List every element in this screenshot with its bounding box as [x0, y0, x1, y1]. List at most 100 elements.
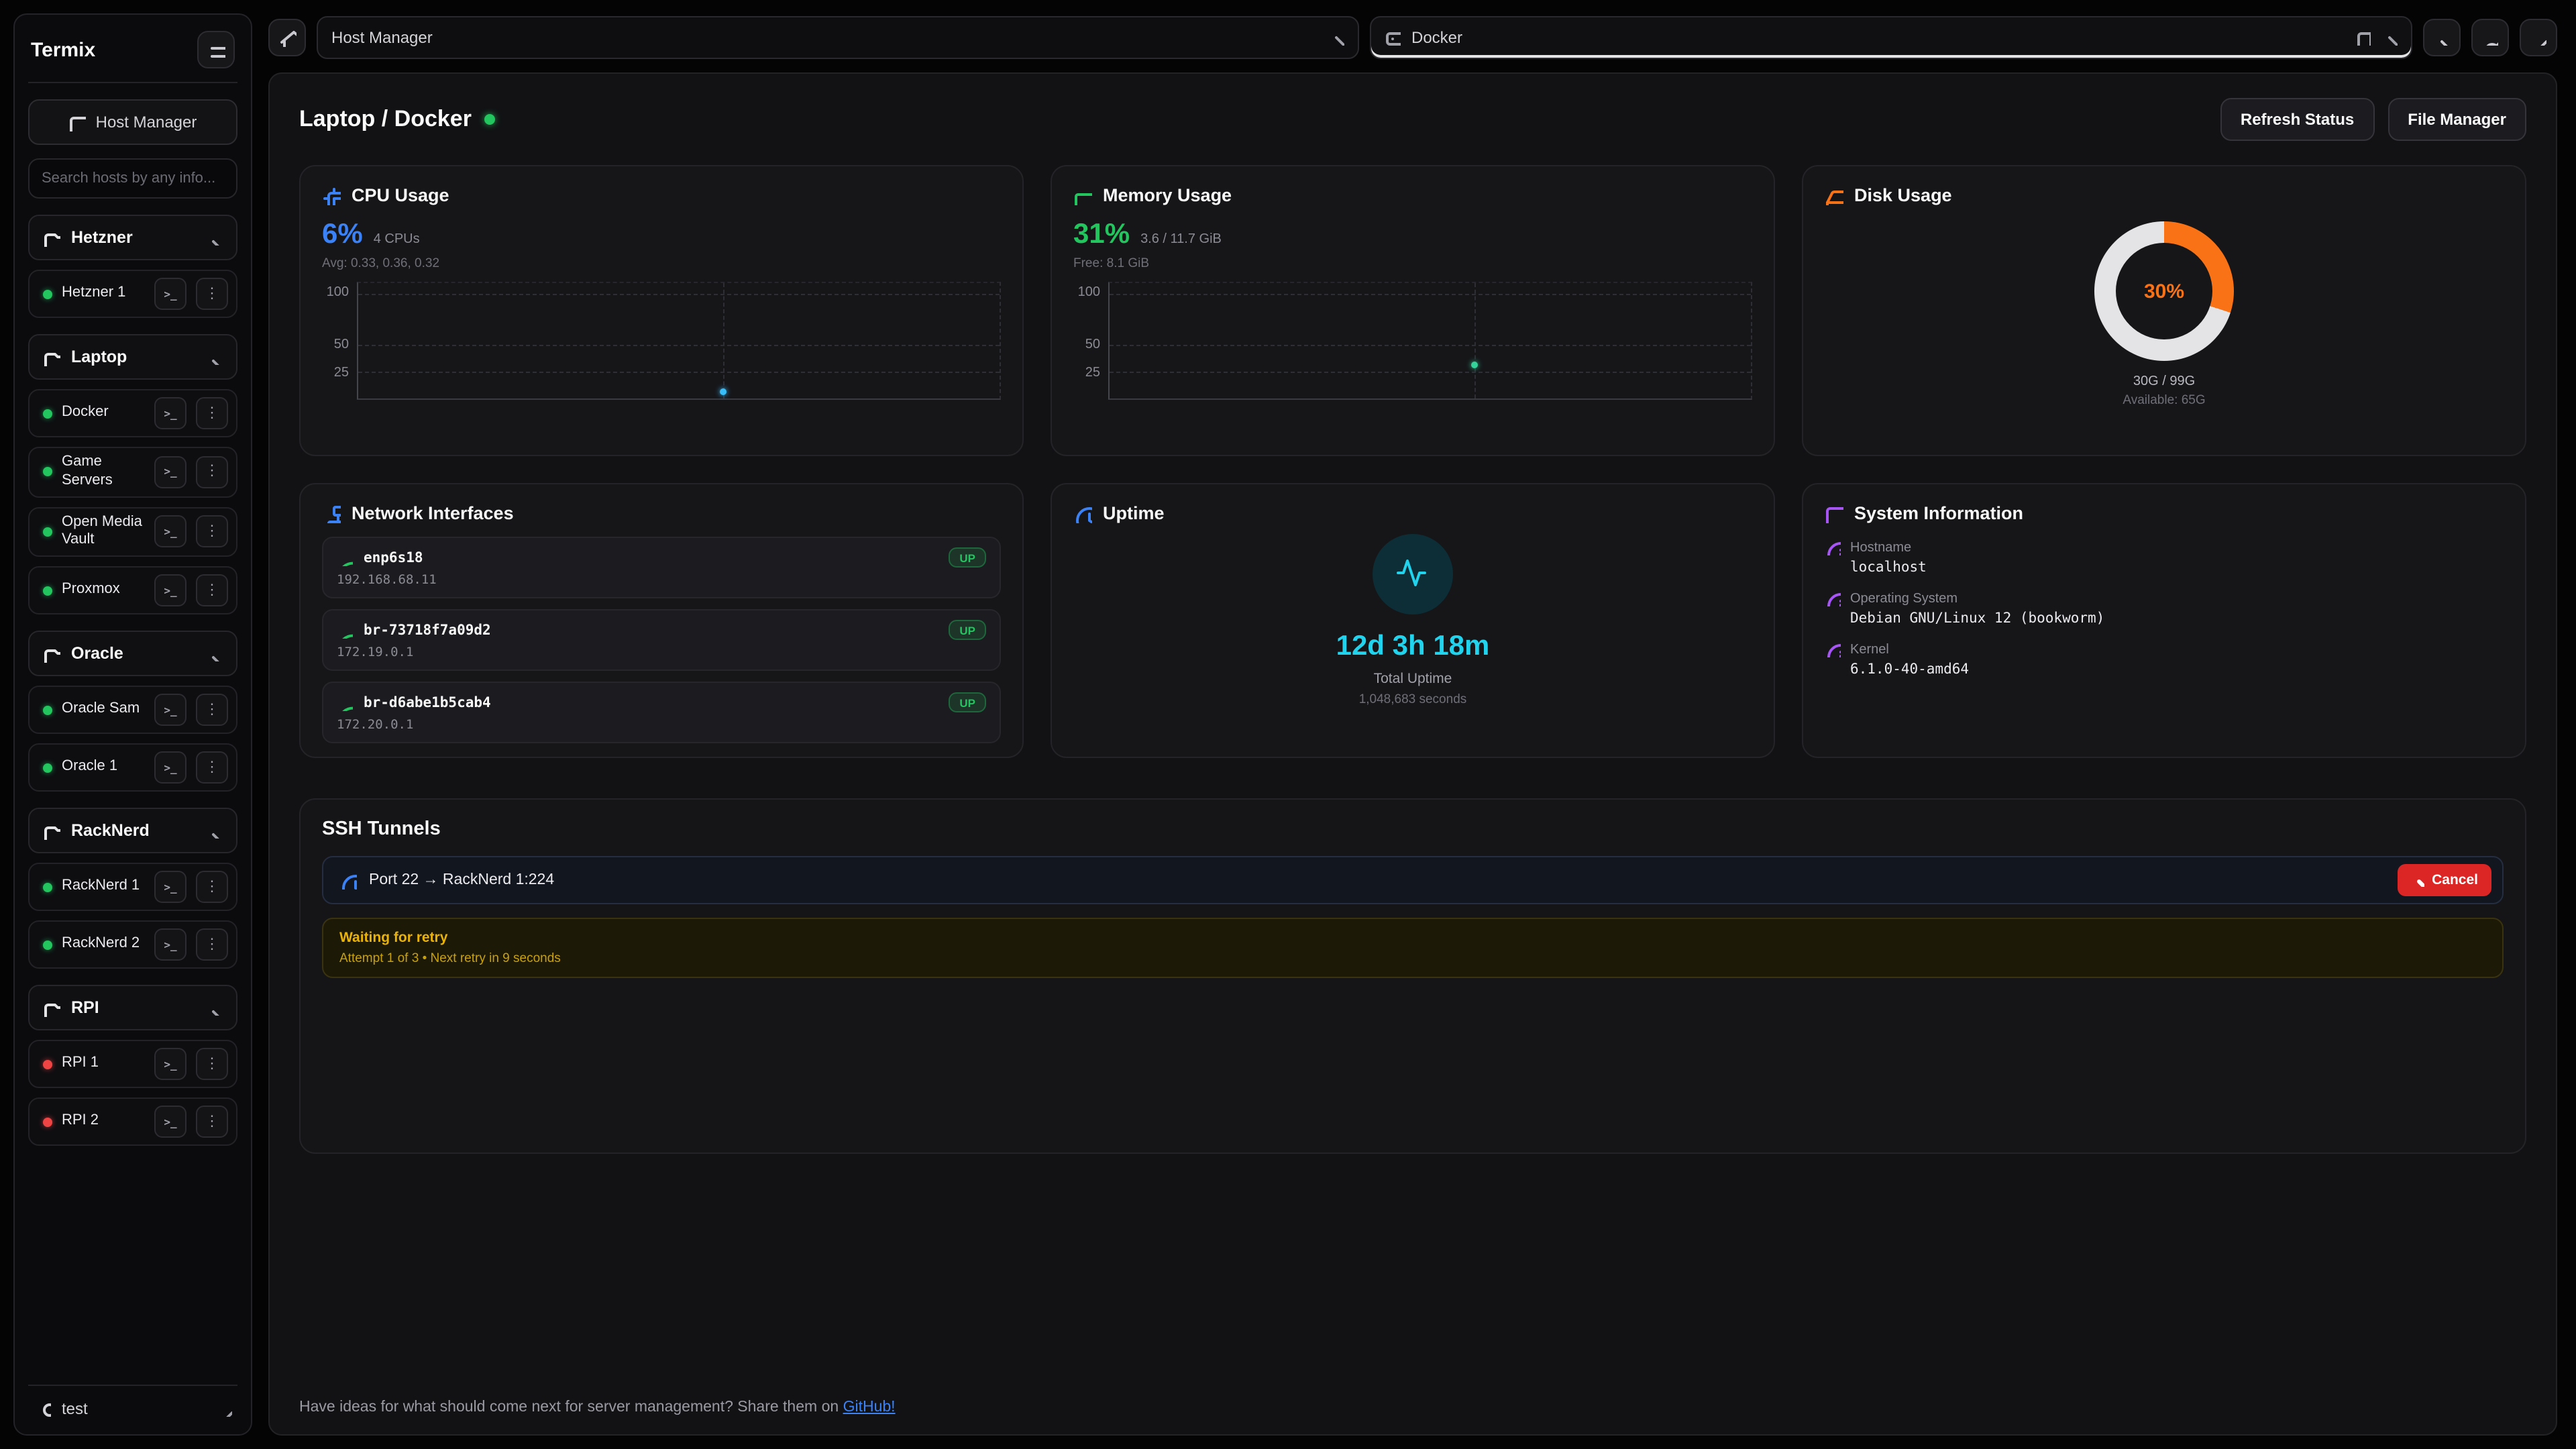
uptime-card: Uptime 12d 3h 18m Total Uptime 1,048,683…: [1051, 483, 1775, 758]
host-menu-button[interactable]: ⋮: [196, 516, 228, 548]
host-menu-button[interactable]: ⋮: [196, 1106, 228, 1138]
status-badge: UP: [949, 692, 986, 712]
folder-collapse-button[interactable]: [199, 342, 228, 372]
host-menu-button[interactable]: ⋮: [196, 574, 228, 606]
close-tab-button[interactable]: [2381, 30, 2398, 46]
interface-ip: 172.19.0.1: [337, 645, 986, 660]
uptime-value: 12d 3h 18m: [1336, 631, 1490, 663]
host-menu-button[interactable]: ⋮: [196, 871, 228, 903]
terminal-button[interactable]: >_: [154, 871, 186, 903]
cpu-data-point: [720, 388, 727, 395]
tab-docker[interactable]: Docker: [1370, 16, 2412, 59]
terminal-button[interactable]: >_: [154, 397, 186, 429]
network-icon: [322, 504, 341, 523]
ssh-tunnels-section: SSH Tunnels Port 22 → RackNerd 1:224 Can…: [299, 798, 2526, 1154]
user-row[interactable]: test: [28, 1385, 237, 1418]
tab-label: Docker: [1411, 28, 2344, 47]
network-interfaces-card: Network Interfaces enp6s18 UP 192.168.68…: [299, 483, 1024, 758]
host-row-game-servers[interactable]: Game Servers >_ ⋮: [28, 447, 237, 497]
kebab-icon: ⋮: [205, 760, 219, 775]
card-title: Memory Usage: [1103, 185, 1232, 205]
host-row-rpi-1[interactable]: RPI 1 >_ ⋮: [28, 1040, 237, 1088]
stats-row-2: Network Interfaces enp6s18 UP 192.168.68…: [299, 483, 2526, 758]
terminal-button[interactable]: >_: [154, 1048, 186, 1080]
file-manager-button[interactable]: File Manager: [2387, 98, 2526, 141]
folder-header-oracle[interactable]: Oracle: [28, 631, 237, 676]
host-menu-button[interactable]: ⋮: [196, 1048, 228, 1080]
info-value: Debian GNU/Linux 12 (bookworm): [1850, 610, 2504, 627]
host-row-racknerd-1[interactable]: RackNerd 1 >_ ⋮: [28, 863, 237, 911]
host-row-hetzner-1[interactable]: Hetzner 1 >_ ⋮: [28, 270, 237, 318]
credentials-button[interactable]: [2471, 19, 2509, 56]
terminal-button[interactable]: >_: [154, 751, 186, 784]
status-dot: [43, 586, 52, 595]
folder-icon: [43, 999, 60, 1016]
close-tab-button[interactable]: [1328, 30, 1344, 46]
host-menu-button[interactable]: ⋮: [196, 397, 228, 429]
folder-header-racknerd[interactable]: RackNerd: [28, 808, 237, 853]
terminal-button[interactable]: >_: [154, 928, 186, 961]
folder-header-hetzner[interactable]: Hetzner: [28, 215, 237, 260]
split-view-button[interactable]: [2355, 30, 2371, 46]
chevron-down-icon: [2434, 30, 2450, 46]
key-icon: [2482, 30, 2498, 46]
terminal-button[interactable]: >_: [154, 1106, 186, 1138]
host-name: RackNerd 1: [62, 877, 145, 896]
host-menu-button[interactable]: ⋮: [196, 456, 228, 488]
folder-collapse-button[interactable]: [199, 223, 228, 252]
terminal-icon: >_: [164, 938, 176, 951]
host-menu-button[interactable]: ⋮: [196, 694, 228, 726]
host-online-dot: [485, 114, 496, 125]
terminal-button[interactable]: >_: [154, 694, 186, 726]
terminal-button[interactable]: >_: [154, 516, 186, 548]
interface-list: enp6s18 UP 192.168.68.11 br-73718f7a09d2…: [322, 537, 1001, 743]
refresh-status-button[interactable]: Refresh Status: [2220, 98, 2374, 141]
terminal-button[interactable]: >_: [154, 456, 186, 488]
warning-title: Waiting for retry: [339, 930, 2486, 946]
terminal-icon: >_: [164, 1058, 176, 1070]
chevron-down-icon: [205, 1000, 221, 1016]
close-icon: [2381, 30, 2398, 46]
sidebar-menu-button[interactable]: [197, 31, 235, 68]
folder-icon: [43, 229, 60, 246]
host-row-proxmox[interactable]: Proxmox >_ ⋮: [28, 566, 237, 614]
host-row-open-media-vault[interactable]: Open Media Vault >_ ⋮: [28, 506, 237, 557]
chevron-up-icon[interactable]: [216, 1401, 232, 1417]
host-row-rpi-2[interactable]: RPI 2 >_ ⋮: [28, 1097, 237, 1146]
folder-collapse-button[interactable]: [199, 816, 228, 845]
host-name: Oracle Sam: [62, 700, 145, 719]
host-name: Docker: [62, 404, 145, 423]
disk-donut-chart: 30% 30G / 99G Available: 65G: [1825, 221, 2504, 408]
folder-collapse-button[interactable]: [199, 639, 228, 668]
github-link[interactable]: GitHub!: [843, 1399, 896, 1415]
status-dot: [43, 1059, 52, 1069]
host-menu-button[interactable]: ⋮: [196, 928, 228, 961]
status-badge: UP: [949, 620, 986, 640]
tab-host-manager[interactable]: Host Manager: [317, 16, 1359, 59]
terminal-icon: >_: [164, 584, 176, 596]
host-menu-button[interactable]: ⋮: [196, 278, 228, 310]
status-dot: [43, 763, 52, 772]
host-row-oracle-sam[interactable]: Oracle Sam >_ ⋮: [28, 686, 237, 734]
terminal-button[interactable]: >_: [154, 278, 186, 310]
host-row-oracle-1[interactable]: Oracle 1 >_ ⋮: [28, 743, 237, 792]
collapse-panel-button[interactable]: [2423, 19, 2461, 56]
folder-header-laptop[interactable]: Laptop: [28, 334, 237, 380]
home-button[interactable]: [268, 19, 306, 56]
tab-bar: Host Manager Docker: [268, 13, 2557, 62]
terminal-button[interactable]: >_: [154, 574, 186, 606]
host-manager-button[interactable]: Host Manager: [28, 99, 237, 145]
host-row-racknerd-2[interactable]: RackNerd 2 >_ ⋮: [28, 920, 237, 969]
cancel-tunnel-button[interactable]: Cancel: [2397, 864, 2491, 896]
kebab-icon: ⋮: [205, 406, 219, 421]
host-row-docker[interactable]: Docker >_ ⋮: [28, 389, 237, 437]
expand-panel-button[interactable]: [2520, 19, 2557, 56]
host-menu-button[interactable]: ⋮: [196, 751, 228, 784]
folder-header-rpi[interactable]: RPI: [28, 985, 237, 1030]
search-input[interactable]: [28, 158, 237, 199]
cpu-chart-yaxis: 100 50 25: [322, 282, 357, 400]
server-icon: [1385, 30, 1401, 46]
folder-icon: [43, 822, 60, 839]
kebab-icon: ⋮: [205, 1114, 219, 1129]
folder-collapse-button[interactable]: [199, 993, 228, 1022]
